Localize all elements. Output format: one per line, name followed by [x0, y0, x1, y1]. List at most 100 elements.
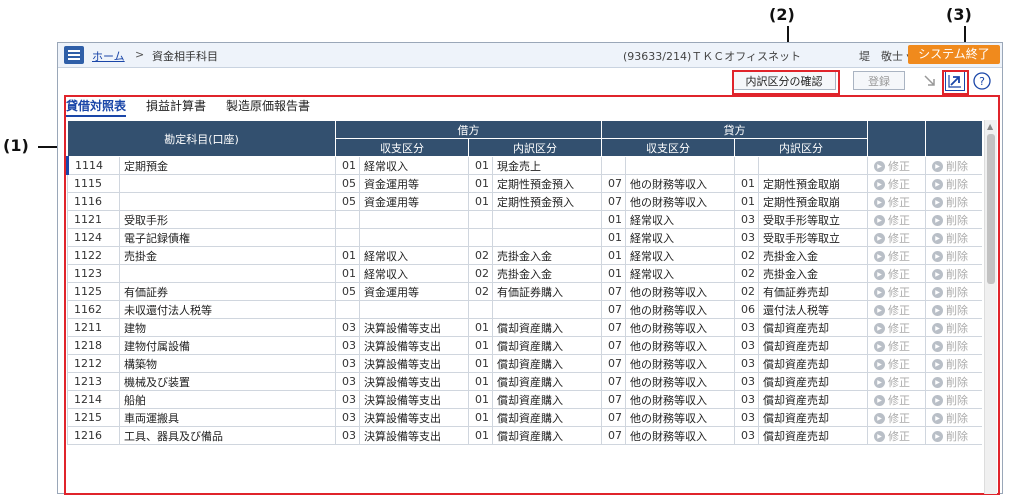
delete-button[interactable]: 削除	[925, 264, 982, 283]
debit-breakdown-name	[492, 300, 602, 319]
credit-cashflow-name: 他の財務等収入	[625, 426, 735, 445]
delete-button[interactable]: 削除	[925, 246, 982, 265]
fix-button-label: 修正	[874, 250, 910, 263]
fix-button[interactable]: 修正	[867, 300, 926, 319]
fix-button[interactable]: 修正	[867, 174, 926, 193]
debit-breakdown-name: 償却資産購入	[492, 372, 602, 391]
delete-button[interactable]: 削除	[925, 408, 982, 427]
system-exit-button[interactable]: システム終了	[908, 45, 1000, 64]
fix-button[interactable]: 修正	[867, 156, 926, 175]
delete-button-label: 削除	[932, 286, 968, 299]
debit-cashflow-code: 03	[335, 408, 360, 427]
debit-breakdown-name: 償却資産購入	[492, 336, 602, 355]
debit-breakdown-code: 01	[468, 336, 493, 355]
tab-balance-sheet[interactable]: 貸借対照表	[66, 97, 127, 117]
fix-button[interactable]: 修正	[867, 354, 926, 373]
header-credit-cashflow: 収支区分	[601, 138, 735, 157]
table-row[interactable]: 112301経常収入02売掛金入金01経常収入02売掛金入金修正削除	[67, 264, 982, 283]
fix-button[interactable]: 修正	[867, 246, 926, 265]
table-body: 1114定期預金01経常収入01現金売上修正削除111505資金運用等01定期性…	[66, 156, 982, 445]
delete-button[interactable]: 削除	[925, 282, 982, 301]
fix-button[interactable]: 修正	[867, 390, 926, 409]
credit-breakdown-code: 03	[734, 354, 759, 373]
hamburger-menu-icon[interactable]	[64, 46, 84, 64]
delete-button[interactable]: 削除	[925, 192, 982, 211]
header-debit-breakdown: 内訳区分	[468, 138, 602, 157]
credit-cashflow-code: 07	[601, 426, 626, 445]
credit-cashflow-code: 07	[601, 354, 626, 373]
credit-cashflow-name: 他の財務等収入	[625, 408, 735, 427]
credit-cashflow-code: 01	[601, 210, 626, 229]
delete-button[interactable]: 削除	[925, 228, 982, 247]
delete-button[interactable]: 削除	[925, 336, 982, 355]
table-row[interactable]: 111605資金運用等01定期性預金預入07他の財務等収入01定期性預金取崩修正…	[67, 192, 982, 211]
table-row[interactable]: 1114定期預金01経常収入01現金売上修正削除	[66, 156, 982, 175]
delete-button[interactable]: 削除	[925, 210, 982, 229]
help-icon[interactable]: ?	[972, 71, 992, 91]
table-row[interactable]: 1216 工具、器具及び備品 03 決算設備等支出 01 償却資産購入 07 他の財務等収入 0…	[67, 426, 982, 445]
credit-breakdown-name: 定期性預金取崩	[758, 174, 868, 193]
debit-cashflow-code: 05	[335, 174, 360, 193]
table-row[interactable]: 1122売掛金01経常収入02売掛金入金01経常収入02売掛金入金修正削除	[67, 246, 982, 265]
breadcrumb-current: 資金相手科目	[152, 50, 218, 63]
delete-button[interactable]: 削除	[925, 390, 982, 409]
delete-button[interactable]: 削除	[925, 354, 982, 373]
account-code: 1121	[67, 210, 120, 229]
fix-button[interactable]: 修正	[867, 228, 926, 247]
vertical-scrollbar[interactable]: ▲	[984, 120, 997, 494]
delete-button[interactable]: 削除	[925, 300, 982, 319]
user-menu[interactable]: 堤 敬士 ▾	[859, 48, 912, 64]
fix-button-label: 修正	[874, 286, 910, 299]
fix-button[interactable]: 修正	[867, 210, 926, 229]
table-row[interactable]: 1125 有価証券 05 資金運用等 02 有価証券購入 07 他の財務等収入 02 有価証券売却…	[67, 282, 982, 301]
header-credit: 貸方	[601, 120, 868, 139]
table-row[interactable]: 1121受取手形 01経常収入03受取手形等取立修正 削除	[67, 210, 982, 229]
table-row[interactable]: 1215 車両運搬具 03 決算設備等支出 01 償却資産購入 07 他の財務等収入 03 償却資…	[67, 408, 982, 427]
account-code: 1114	[66, 156, 120, 175]
account-name: 機械及び装置	[119, 372, 336, 391]
toolbar: 内訳区分の確認 登録 ?	[58, 68, 1002, 94]
table-row[interactable]: 1212 構築物 03 決算設備等支出 01 償却資産購入 07 他の財務等収入 03 償却資産売…	[67, 354, 982, 373]
delete-button[interactable]: 削除	[925, 318, 982, 337]
debit-cashflow-name: 経常収入	[359, 264, 469, 283]
debit-breakdown-name: 売掛金入金	[492, 264, 602, 283]
account-code: 1124	[67, 228, 120, 247]
scroll-thumb[interactable]	[987, 134, 995, 284]
tab-manufacturing-cost-report[interactable]: 製造原価報告書	[226, 97, 310, 115]
fix-button[interactable]: 修正	[867, 426, 926, 445]
credit-cashflow-code: 01	[601, 228, 626, 247]
table-row[interactable]: 1213 機械及び装置 03 決算設備等支出 01 償却資産購入 07 他の財務等収入 03 償却…	[67, 372, 982, 391]
delete-button[interactable]: 削除	[925, 426, 982, 445]
fix-button[interactable]: 修正	[867, 408, 926, 427]
breadcrumb-home-link[interactable]: ホーム	[92, 48, 125, 64]
minimize-arrow-icon[interactable]	[920, 71, 940, 91]
credit-cashflow-name: 他の財務等収入	[625, 354, 735, 373]
debit-breakdown-code: 01	[468, 426, 493, 445]
fix-button[interactable]: 修正	[867, 372, 926, 391]
fix-button[interactable]: 修正	[867, 282, 926, 301]
table-row[interactable]: 1214 船舶 03 決算設備等支出 01 償却資産購入 07 他の財務等収入 03 償却資産売却…	[67, 390, 982, 409]
fix-button[interactable]: 修正	[867, 318, 926, 337]
table-row[interactable]: 111505資金運用等01定期性預金預入07他の財務等収入01定期性預金取崩修正…	[67, 174, 982, 193]
fix-button[interactable]: 修正	[867, 336, 926, 355]
fix-button[interactable]: 修正	[867, 264, 926, 283]
tab-income-statement[interactable]: 損益計算書	[146, 97, 206, 115]
credit-cashflow-name: 他の財務等収入	[625, 336, 735, 355]
fix-button[interactable]: 修正	[867, 192, 926, 211]
table-row[interactable]: 1218 建物付属設備 03 決算設備等支出 01 償却資産購入 07 他の財務等収入 03 償却…	[67, 336, 982, 355]
delete-button[interactable]: 削除	[925, 156, 982, 175]
credit-breakdown-code: 03	[734, 210, 759, 229]
delete-button[interactable]: 削除	[925, 174, 982, 193]
delete-button-label: 削除	[932, 430, 968, 443]
table-row[interactable]: 1124電子記録債権 01経常収入03受取手形等取立修正 削除	[67, 228, 982, 247]
fix-button-label: 修正	[874, 430, 910, 443]
credit-cashflow-code: 07	[601, 282, 626, 301]
table-row[interactable]: 1162未収還付法人税等 07他の財務等収入06還付法人税等修正 削除	[67, 300, 982, 319]
svg-text:?: ?	[979, 75, 985, 88]
delete-button[interactable]: 削除	[925, 372, 982, 391]
scroll-up-icon[interactable]: ▲	[987, 122, 993, 131]
register-button[interactable]: 登録	[853, 71, 905, 90]
credit-cashflow-code: 01	[601, 264, 626, 283]
fix-button-label: 修正	[874, 196, 910, 209]
table-row[interactable]: 1211 建物 03 決算設備等支出 01 償却資産購入 07 他の財務等収入 03 償却資産売却…	[67, 318, 982, 337]
